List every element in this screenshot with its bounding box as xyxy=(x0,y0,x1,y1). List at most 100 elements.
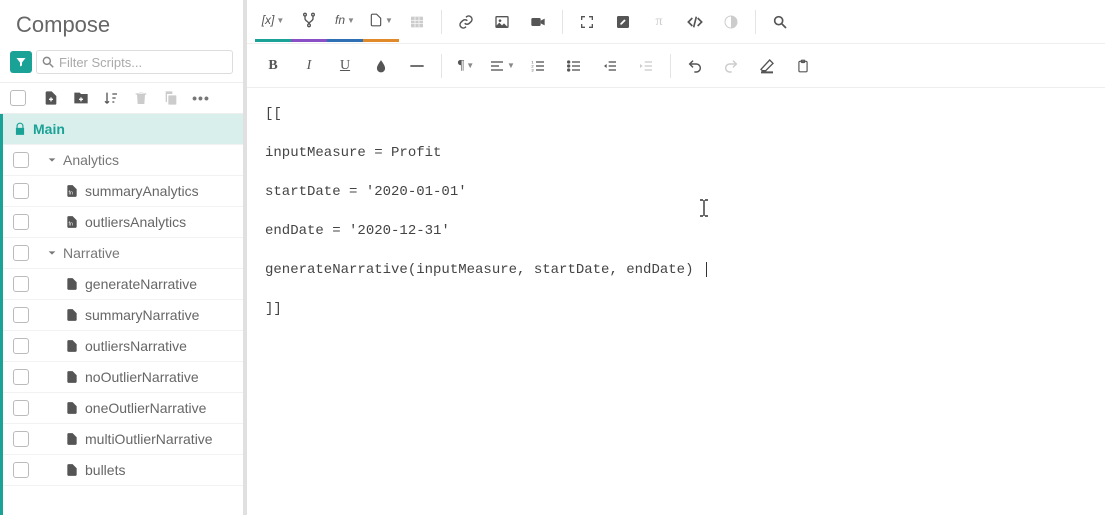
action-toolbar: ••• xyxy=(0,82,243,114)
file-label: noOutlierNarrative xyxy=(85,369,199,385)
code-line: inputMeasure = Profit xyxy=(265,143,1087,164)
code-line: generateNarrative(inputMeasure, startDat… xyxy=(265,260,1087,281)
erase-button[interactable] xyxy=(749,46,785,86)
code-line: endDate = '2020-12-31' xyxy=(265,221,1087,242)
indent-button[interactable] xyxy=(628,46,664,86)
pi-button[interactable]: π xyxy=(641,2,677,42)
hr-button[interactable] xyxy=(399,46,435,86)
ordered-list-button[interactable]: 123 xyxy=(520,46,556,86)
code-button[interactable] xyxy=(677,2,713,42)
file-icon xyxy=(65,401,79,415)
folder-row-analytics[interactable]: Analytics xyxy=(3,145,243,176)
toolbar-primary: [x]▼ fn▼ ▼ xyxy=(247,0,1105,44)
insert-data-button[interactable]: [x]▼ xyxy=(255,2,291,42)
delete-button[interactable] xyxy=(132,89,150,107)
file-row[interactable]: noOutlierNarrative xyxy=(3,362,243,393)
edit-button[interactable] xyxy=(605,2,641,42)
script-tree: Main Analytics fn summaryAnalytics fn ou… xyxy=(0,114,243,515)
link-button[interactable] xyxy=(448,2,484,42)
new-folder-button[interactable] xyxy=(72,89,90,107)
file-row[interactable]: multiOutlierNarrative xyxy=(3,424,243,455)
file-icon xyxy=(65,277,79,291)
code-line: ]] xyxy=(265,299,1087,320)
contrast-button[interactable] xyxy=(713,2,749,42)
file-row[interactable]: oneOutlierNarrative xyxy=(3,393,243,424)
clipboard-button[interactable] xyxy=(785,46,821,86)
caret-down-icon xyxy=(47,248,57,258)
file-row[interactable]: fn outliersAnalytics xyxy=(3,207,243,238)
table-button[interactable] xyxy=(399,2,435,42)
unordered-list-button[interactable] xyxy=(556,46,592,86)
checkbox[interactable] xyxy=(13,214,29,230)
lock-icon xyxy=(13,122,27,136)
file-row[interactable]: summaryNarrative xyxy=(3,300,243,331)
search-icon xyxy=(41,55,55,69)
folder-row-narrative[interactable]: Narrative xyxy=(3,238,243,269)
checkbox[interactable] xyxy=(13,338,29,354)
select-all-checkbox[interactable] xyxy=(10,90,26,106)
file-label: oneOutlierNarrative xyxy=(85,400,206,416)
file-icon xyxy=(65,370,79,384)
redo-button[interactable] xyxy=(713,46,749,86)
branch-button[interactable] xyxy=(291,2,327,42)
code-line: [[ xyxy=(265,104,1087,125)
filter-input-wrap[interactable] xyxy=(36,50,233,74)
new-file-button[interactable] xyxy=(42,89,60,107)
checkbox[interactable] xyxy=(13,276,29,292)
outdent-button[interactable] xyxy=(592,46,628,86)
checkbox[interactable] xyxy=(13,431,29,447)
bold-button[interactable]: B xyxy=(255,46,291,86)
fullscreen-button[interactable] xyxy=(569,2,605,42)
underline-button[interactable]: U xyxy=(327,46,363,86)
svg-text:fn: fn xyxy=(69,222,73,228)
file-row[interactable]: fn summaryAnalytics xyxy=(3,176,243,207)
image-button[interactable] xyxy=(484,2,520,42)
filter-input[interactable] xyxy=(57,54,228,71)
folder-label: Analytics xyxy=(63,152,119,168)
folder-label: Narrative xyxy=(63,245,120,261)
page-title: Compose xyxy=(0,0,243,48)
editor-panel: [x]▼ fn▼ ▼ xyxy=(247,0,1105,515)
file-icon xyxy=(65,432,79,446)
checkbox[interactable] xyxy=(13,307,29,323)
file-row[interactable]: generateNarrative xyxy=(3,269,243,300)
checkbox[interactable] xyxy=(13,369,29,385)
video-button[interactable] xyxy=(520,2,556,42)
color-button[interactable] xyxy=(363,46,399,86)
file-icon xyxy=(65,463,79,477)
file-label: outliersAnalytics xyxy=(85,214,186,230)
main-label: Main xyxy=(33,121,65,137)
file-row[interactable]: bullets xyxy=(3,455,243,486)
undo-button[interactable] xyxy=(677,46,713,86)
code-file-icon: fn xyxy=(65,184,79,198)
checkbox[interactable] xyxy=(13,183,29,199)
checkbox[interactable] xyxy=(13,462,29,478)
file-label: summaryAnalytics xyxy=(85,183,199,199)
file-label: generateNarrative xyxy=(85,276,197,292)
file-icon xyxy=(65,308,79,322)
toolbar-formatting: B I U ¶▼ ▼ 123 xyxy=(247,44,1105,88)
svg-text:fn: fn xyxy=(69,191,73,197)
file-label: bullets xyxy=(85,462,125,478)
checkbox[interactable] xyxy=(13,152,29,168)
copy-button[interactable] xyxy=(162,89,180,107)
checkbox[interactable] xyxy=(13,400,29,416)
file-label: outliersNarrative xyxy=(85,338,187,354)
checkbox[interactable] xyxy=(13,245,29,261)
search-button[interactable] xyxy=(762,2,798,42)
function-button[interactable]: fn▼ xyxy=(327,2,363,42)
filter-funnel-button[interactable] xyxy=(10,51,32,73)
main-script-row[interactable]: Main xyxy=(3,114,243,145)
more-button[interactable]: ••• xyxy=(192,89,210,107)
code-file-icon: fn xyxy=(65,215,79,229)
file-row[interactable]: outliersNarrative xyxy=(3,331,243,362)
align-button[interactable]: ▼ xyxy=(484,46,520,86)
italic-button[interactable]: I xyxy=(291,46,327,86)
sort-button[interactable] xyxy=(102,89,120,107)
document-button[interactable]: ▼ xyxy=(363,2,399,42)
paragraph-button[interactable]: ¶▼ xyxy=(448,46,484,86)
svg-text:3: 3 xyxy=(531,67,534,72)
sidebar: Compose ••• xyxy=(0,0,247,515)
file-label: multiOutlierNarrative xyxy=(85,431,213,447)
editor-body[interactable]: [[ inputMeasure = Profit startDate = '20… xyxy=(247,88,1105,515)
